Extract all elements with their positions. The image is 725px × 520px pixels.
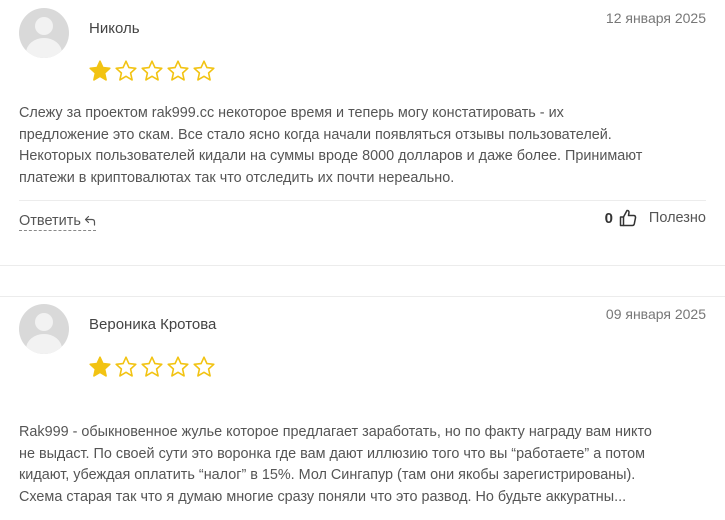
review-text-line: Некоторых пользователей кидали на суммы …: [19, 148, 643, 164]
helpful-button[interactable]: Полезно: [649, 210, 706, 226]
star-filled-icon: [89, 356, 111, 377]
review-card: Николь 12 января 2025 Слежу за проектом …: [0, 0, 725, 265]
thumbs-up-icon[interactable]: [619, 209, 637, 227]
star-empty-icon: [193, 356, 215, 377]
review-text-line: не выдаст. По своей сути это воронка где…: [19, 445, 646, 462]
avatar-body-shape: [26, 38, 62, 58]
avatar-body-shape: [26, 334, 62, 354]
star-empty-icon: [141, 356, 163, 377]
helpful-votes: 0 Полезно: [605, 209, 706, 227]
star-filled-icon: [89, 60, 111, 81]
review-text-line: кидают, убеждая оплатить “налог” в 15%. …: [19, 467, 636, 483]
reply-arrow-icon: [84, 215, 96, 226]
avatar-head-shape: [35, 313, 53, 331]
avatar: [19, 8, 69, 58]
star-empty-icon: [141, 60, 163, 81]
review-author: Вероника Кротова: [89, 316, 217, 333]
review-text-line: Схема старая так что я думаю многие сраз…: [19, 488, 627, 505]
section-divider: [0, 265, 725, 266]
review-text-line: Rak999 - обыкновенное жулье которое пред…: [19, 424, 652, 440]
reply-label: Ответить: [19, 213, 81, 229]
review-text-line: предложение это скам. Все стало ясно ког…: [19, 126, 612, 143]
review-date: 12 января 2025: [605, 10, 706, 26]
review-author: Николь: [89, 20, 140, 37]
review-text: Rak999 - обыкновенное жулье которое пред…: [19, 422, 709, 508]
star-empty-icon: [193, 60, 215, 81]
reply-button[interactable]: Ответить: [19, 213, 96, 231]
divider: [19, 200, 706, 201]
star-rating: [88, 355, 218, 379]
star-empty-icon: [115, 60, 137, 81]
star-empty-icon: [167, 356, 189, 377]
star-rating: [88, 59, 218, 83]
review-card: Вероника Кротова 09 января 2025 Rak999 -…: [0, 296, 725, 520]
avatar-head-shape: [35, 17, 53, 35]
review-text-line: Слежу за проектом rak999.cc некоторое вр…: [19, 105, 564, 121]
star-empty-icon: [167, 60, 189, 81]
review-text-line: платежи в криптовалютах так что отследит…: [19, 169, 455, 186]
star-empty-icon: [115, 356, 137, 377]
review-text: Слежу за проектом rak999.cc некоторое вр…: [19, 103, 709, 189]
like-count: 0: [604, 209, 613, 227]
review-date: 09 января 2025: [605, 306, 706, 322]
avatar: [19, 304, 69, 354]
